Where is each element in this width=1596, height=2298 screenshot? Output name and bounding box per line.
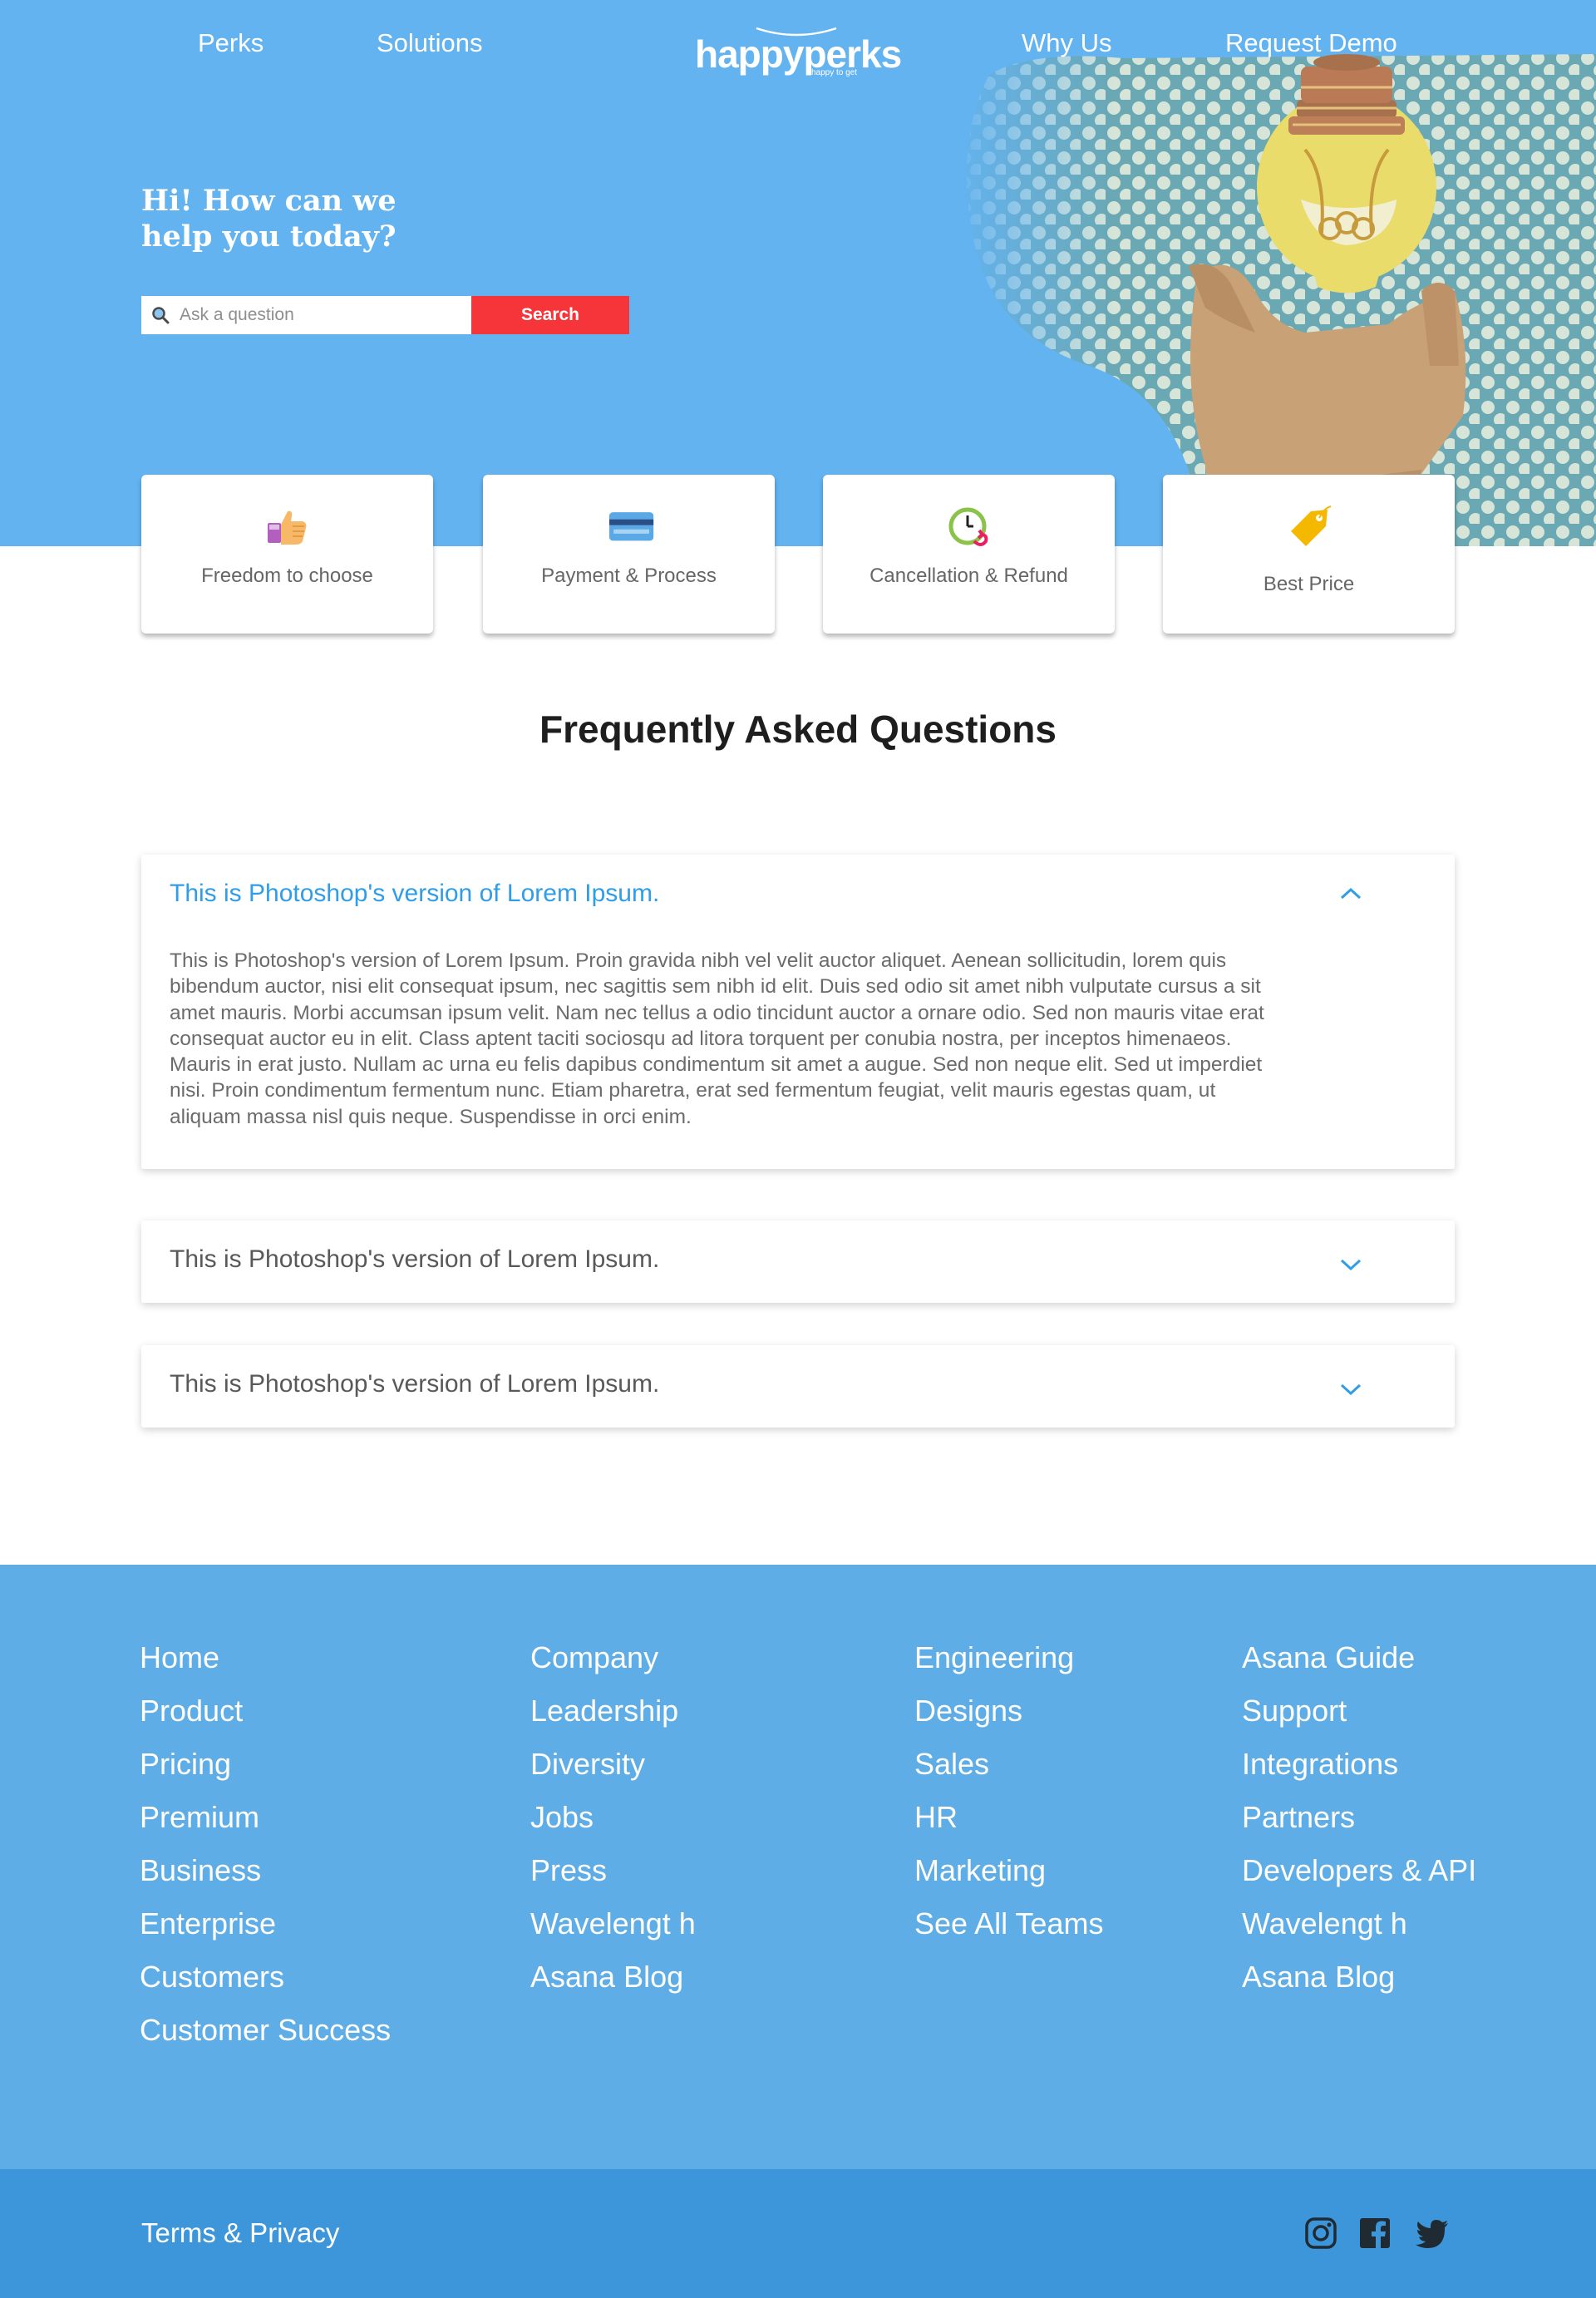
footer-link-company[interactable]: Company: [530, 1631, 696, 1684]
nav-link-solutions[interactable]: Solutions: [377, 28, 483, 58]
happyperks-logo[interactable]: happyperks happy to get: [695, 25, 903, 78]
search-button[interactable]: Search: [471, 296, 629, 334]
logo-wordmark: happyperks: [695, 32, 902, 76]
logo-tagline: happy to get: [811, 68, 858, 77]
footer-link-asana-blog[interactable]: Asana Blog: [530, 1950, 696, 2004]
nav-link-request-demo[interactable]: Request Demo: [1225, 28, 1397, 58]
thumbs-up-icon: [267, 510, 306, 545]
footer-link-integrations[interactable]: Integrations: [1242, 1738, 1476, 1791]
footer-link-developers-api[interactable]: Developers & API: [1242, 1844, 1476, 1897]
footer-link-asana-guide[interactable]: Asana Guide: [1242, 1631, 1476, 1684]
footer-link-wavelength[interactable]: Wavelengt h: [530, 1897, 696, 1950]
footer-link-designs[interactable]: Designs: [914, 1684, 1103, 1738]
category-card-freedom[interactable]: Freedom to choose: [141, 475, 433, 634]
category-label: Freedom to choose: [201, 565, 373, 587]
faq-question[interactable]: This is Photoshop's version of Lorem Ips…: [170, 1245, 659, 1274]
faq-item-expanded[interactable]: This is Photoshop's version of Lorem Ips…: [141, 855, 1455, 1169]
facebook-icon[interactable]: [1357, 2216, 1392, 2251]
search-field[interactable]: [141, 296, 471, 334]
footer-link-pricing[interactable]: Pricing: [140, 1738, 391, 1791]
footer-column-2: Company Leadership Diversity Jobs Press …: [530, 1631, 696, 2004]
chevron-up-icon[interactable]: [1338, 881, 1363, 906]
footer-column-1: Home Product Pricing Premium Business En…: [140, 1631, 391, 2057]
footer-link-customers[interactable]: Customers: [140, 1950, 391, 2004]
nav-link-perks[interactable]: Perks: [198, 28, 264, 58]
chevron-down-icon[interactable]: [1338, 1252, 1363, 1277]
footer-link-see-all-teams[interactable]: See All Teams: [914, 1897, 1103, 1950]
faq-question[interactable]: This is Photoshop's version of Lorem Ips…: [170, 1370, 659, 1398]
footer-link-customer-success[interactable]: Customer Success: [140, 2004, 391, 2057]
price-tag-icon: [1290, 505, 1331, 546]
bottom-bar: Terms & Privacy: [0, 2169, 1596, 2298]
footer-link-home[interactable]: Home: [140, 1631, 391, 1684]
faq-answer: This is Photoshop's version of Lorem Ips…: [170, 949, 1264, 1128]
faq-question[interactable]: This is Photoshop's version of Lorem Ips…: [170, 880, 659, 908]
footer-link-wavelength[interactable]: Wavelengt h: [1242, 1897, 1476, 1950]
footer-link-leadership[interactable]: Leadership: [530, 1684, 696, 1738]
category-label: Cancellation & Refund: [869, 565, 1068, 587]
faq-title: Frequently Asked Questions: [539, 708, 1057, 751]
nav-link-why-us[interactable]: Why Us: [1022, 28, 1112, 58]
hero-section: Perks Solutions happyperks happy to get …: [0, 0, 1596, 546]
chevron-down-icon[interactable]: [1338, 1377, 1363, 1402]
footer-link-business[interactable]: Business: [140, 1844, 391, 1897]
faq-item-collapsed[interactable]: This is Photoshop's version of Lorem Ips…: [141, 1221, 1455, 1303]
category-card-cancellation[interactable]: Cancellation & Refund: [823, 475, 1115, 634]
lightbulb-hand-illustration: [967, 54, 1596, 546]
search-bar: Search: [141, 296, 629, 334]
instagram-icon[interactable]: [1303, 2216, 1338, 2251]
footer-link-press[interactable]: Press: [530, 1844, 696, 1897]
footer-link-hr[interactable]: HR: [914, 1791, 1103, 1844]
credit-card-icon: [608, 512, 653, 541]
footer-link-premium[interactable]: Premium: [140, 1791, 391, 1844]
clock-refund-icon: [948, 507, 988, 546]
category-label: Payment & Process: [541, 565, 717, 587]
footer-link-asana-blog[interactable]: Asana Blog: [1242, 1950, 1476, 2004]
top-nav: Perks Solutions happyperks happy to get …: [0, 0, 1596, 91]
twitter-icon[interactable]: [1415, 2216, 1450, 2251]
terms-privacy-link[interactable]: Terms & Privacy: [141, 2217, 339, 2249]
footer-link-sales[interactable]: Sales: [914, 1738, 1103, 1791]
search-icon: [152, 307, 170, 324]
faq-item-collapsed[interactable]: This is Photoshop's version of Lorem Ips…: [141, 1345, 1455, 1428]
footer: Home Product Pricing Premium Business En…: [0, 1565, 1596, 2169]
footer-link-partners[interactable]: Partners: [1242, 1791, 1476, 1844]
search-input[interactable]: [180, 305, 462, 325]
footer-link-enterprise[interactable]: Enterprise: [140, 1897, 391, 1950]
hero-greeting: Hi! How can we help you today?: [141, 184, 397, 254]
footer-column-4: Asana Guide Support Integrations Partner…: [1242, 1631, 1476, 2004]
category-label: Best Price: [1263, 573, 1355, 595]
footer-link-marketing[interactable]: Marketing: [914, 1844, 1103, 1897]
footer-link-support[interactable]: Support: [1242, 1684, 1476, 1738]
footer-link-product[interactable]: Product: [140, 1684, 391, 1738]
category-card-best-price[interactable]: Best Price: [1163, 475, 1455, 634]
category-card-payment[interactable]: Payment & Process: [483, 475, 775, 634]
footer-link-engineering[interactable]: Engineering: [914, 1631, 1103, 1684]
footer-link-jobs[interactable]: Jobs: [530, 1791, 696, 1844]
footer-column-3: Engineering Designs Sales HR Marketing S…: [914, 1631, 1103, 1950]
footer-link-diversity[interactable]: Diversity: [530, 1738, 696, 1791]
